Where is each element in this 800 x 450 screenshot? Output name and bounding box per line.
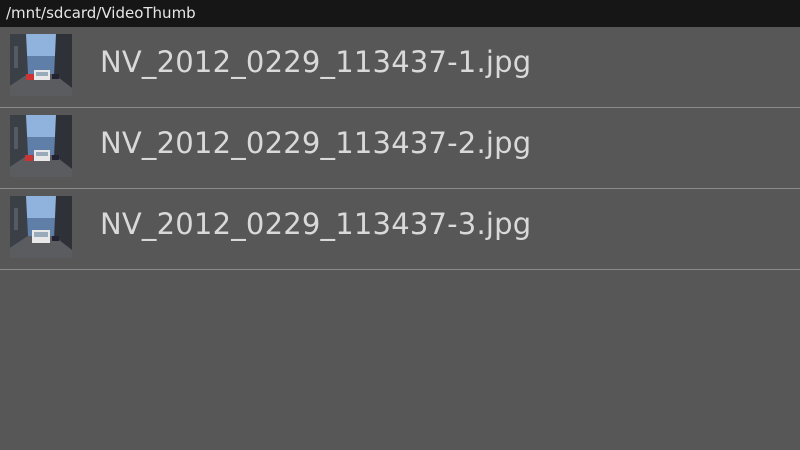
file-name: NV_2012_0229_113437-2.jpg bbox=[100, 126, 532, 160]
file-list-item[interactable]: NV_2012_0229_113437-3.jpg bbox=[0, 189, 800, 270]
street-photo-thumbnail bbox=[10, 196, 72, 258]
file-browser-screen: /mnt/sdcard/VideoThumb NV_2012_0229_1134… bbox=[0, 0, 800, 450]
file-list-item[interactable]: NV_2012_0229_113437-2.jpg bbox=[0, 108, 800, 189]
street-photo-thumbnail bbox=[10, 115, 72, 177]
file-name: NV_2012_0229_113437-3.jpg bbox=[100, 207, 532, 241]
file-name: NV_2012_0229_113437-1.jpg bbox=[100, 45, 532, 79]
thumbnail-image bbox=[10, 115, 72, 177]
file-list: NV_2012_0229_113437-1.jpg NV_2012_0229_1… bbox=[0, 27, 800, 270]
path-bar: /mnt/sdcard/VideoThumb bbox=[0, 0, 800, 27]
street-photo-thumbnail bbox=[10, 34, 72, 96]
thumbnail-image bbox=[10, 34, 72, 96]
thumbnail-image bbox=[10, 196, 72, 258]
file-list-item[interactable]: NV_2012_0229_113437-1.jpg bbox=[0, 27, 800, 108]
